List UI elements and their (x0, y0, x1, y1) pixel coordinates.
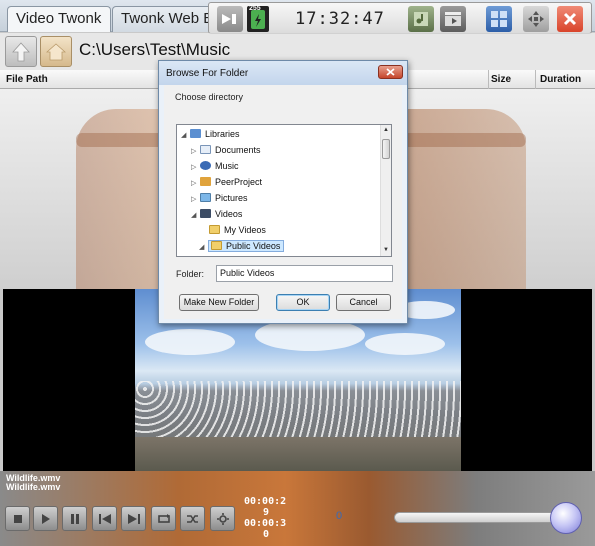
next-icon[interactable] (121, 506, 146, 531)
battery-icon: 255 (247, 5, 269, 32)
total-time: 00:00:3 (244, 518, 287, 529)
scroll-thumb[interactable] (382, 139, 390, 159)
scroll-down-icon[interactable]: ▼ (381, 245, 391, 256)
make-new-folder-button[interactable]: Make New Folder (179, 294, 259, 311)
tree-item-peerproject[interactable]: ▷ PeerProject (191, 174, 262, 190)
player-controls: Wildlife.wmv Wildlife.wmv 00:00:2 9 00:0… (0, 471, 595, 546)
column-divider (488, 70, 489, 89)
seek-slider[interactable] (394, 512, 566, 523)
top-toolbar: 255 17:32:47 (208, 2, 592, 34)
gannet-colony (135, 381, 461, 441)
media-icon[interactable] (408, 6, 434, 32)
documents-icon (200, 145, 211, 154)
current-path: C:\Users\Test\Music (79, 40, 231, 59)
folder-label: Folder: (176, 269, 205, 279)
column-divider (535, 70, 536, 89)
stop-button[interactable] (5, 506, 30, 531)
column-duration[interactable]: Duration (540, 74, 581, 85)
tree-item-documents[interactable]: ▷ Documents (191, 142, 261, 158)
ok-button[interactable]: OK (276, 294, 330, 311)
tab-video-twonk[interactable]: Video Twonk (7, 6, 111, 32)
libraries-icon (190, 129, 201, 138)
pause-button[interactable] (62, 506, 87, 531)
grid-view-icon[interactable] (486, 6, 512, 32)
column-size[interactable]: Size (491, 74, 511, 85)
dialog-title-bar: Browse For Folder (159, 61, 407, 85)
choose-directory-label: Choose directory (175, 92, 244, 102)
scroll-up-icon[interactable]: ▲ (381, 125, 391, 136)
settings-icon[interactable] (210, 506, 235, 531)
tab-twonk-web-browser[interactable]: Twonk Web B (112, 6, 212, 32)
folder-field[interactable]: Public Videos (216, 265, 393, 282)
folder-tree[interactable]: ◢ Libraries ▷ Documents ▷ Music ▷ PeerProjec… (176, 124, 392, 257)
videos-icon (200, 209, 211, 218)
tree-item-public-videos[interactable]: ◢ Public Videos (199, 238, 285, 254)
folder-icon (209, 225, 220, 234)
tree-item-pictures[interactable]: ▷ Pictures (191, 190, 248, 206)
elapsed-time-suffix: 9 (263, 507, 270, 518)
music-icon (200, 161, 211, 170)
tree-item-videos[interactable]: ◢ Videos (191, 206, 242, 222)
dialog-close-icon[interactable] (378, 65, 403, 79)
total-time-suffix: 0 (263, 529, 270, 540)
tree-scrollbar[interactable]: ▲ ▼ (380, 125, 391, 256)
dialog-title: Browse For Folder (166, 68, 249, 79)
peerproject-icon (200, 177, 211, 186)
volume-readout: 0 (336, 510, 343, 522)
next-track-icon[interactable] (217, 6, 243, 32)
repeat-icon[interactable] (151, 506, 176, 531)
video-twonk-window: Video Twonk Twonk Web B 255 17:32:47 C:\… (0, 0, 595, 546)
file-name-line-2: Wildlife.wmv (6, 482, 61, 492)
play-button[interactable] (33, 506, 58, 531)
dialog-body: Choose directory ◢ Libraries ▷ Documents ▷… (164, 85, 402, 319)
tree-item-music[interactable]: ▷ Music (191, 158, 239, 174)
cancel-button[interactable]: Cancel (336, 294, 391, 311)
move-icon[interactable] (523, 6, 549, 32)
clock-readout: 17:32:47 (295, 9, 385, 29)
close-icon[interactable] (557, 6, 583, 32)
seek-slider-knob[interactable] (550, 502, 582, 534)
elapsed-time: 00:00:2 (244, 496, 287, 507)
column-file-path[interactable]: File Path (6, 74, 48, 85)
shuffle-icon[interactable] (180, 506, 205, 531)
battery-badge: 255 (249, 5, 261, 12)
tree-item-my-videos[interactable]: My Videos (209, 222, 266, 238)
clapper-icon[interactable] (440, 6, 466, 32)
tree-item-libraries[interactable]: ◢ Libraries (181, 126, 240, 142)
home-folder-icon[interactable] (40, 36, 72, 67)
previous-icon[interactable] (92, 506, 117, 531)
ground (135, 437, 461, 471)
folder-icon (211, 241, 222, 250)
up-arrow-icon[interactable] (5, 36, 37, 67)
pictures-icon (200, 193, 211, 202)
browse-for-folder-dialog: Browse For Folder Choose directory ◢ Libr… (158, 60, 408, 324)
